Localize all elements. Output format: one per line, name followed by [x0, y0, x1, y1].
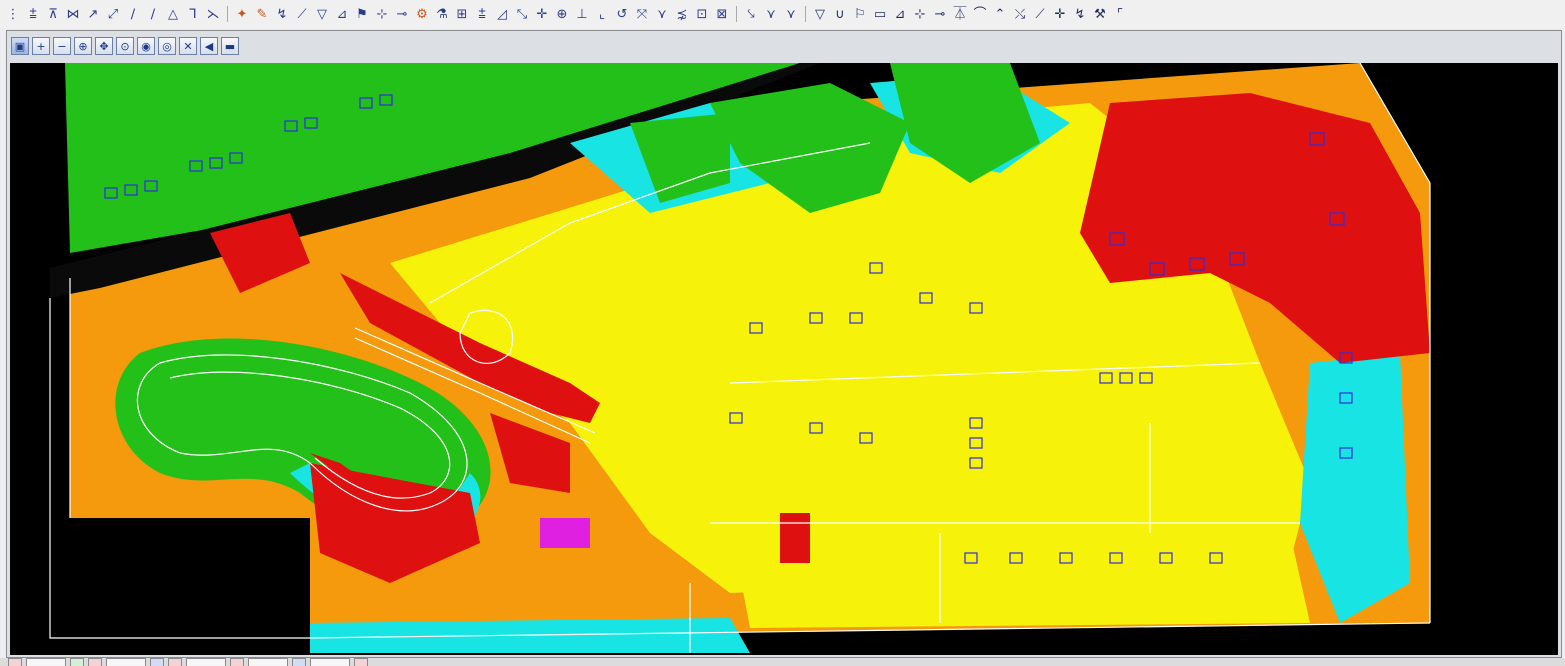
view-tab[interactable] — [70, 658, 84, 666]
view-tab[interactable] — [8, 658, 22, 666]
plus-2-icon[interactable]: ✛ — [1051, 4, 1069, 24]
settings-icon[interactable]: ⚙ — [413, 4, 431, 24]
pipe-icon[interactable]: ⊸ — [393, 4, 411, 24]
slope-icon[interactable]: ⟋ — [293, 4, 311, 24]
view-tab[interactable] — [248, 658, 288, 666]
view-tab[interactable] — [186, 658, 226, 666]
drape-icon[interactable]: ▽ — [811, 4, 829, 24]
cross-2-icon[interactable]: ⊹ — [911, 4, 929, 24]
break-2-icon[interactable]: ↯ — [1071, 4, 1089, 24]
view-next-icon[interactable]: ◀ — [200, 37, 218, 55]
site-terrain — [50, 63, 1430, 653]
view-tab[interactable] — [150, 658, 164, 666]
analyze-icon[interactable]: ⚗ — [433, 4, 451, 24]
deselect-icon[interactable]: ⊠ — [713, 4, 731, 24]
flag-icon[interactable]: ⚑ — [353, 4, 371, 24]
intersect-icon[interactable]: ⋈ — [64, 4, 82, 24]
triangle-icon[interactable]: △ — [164, 4, 182, 24]
grid-icon[interactable]: ⊞ — [453, 4, 471, 24]
trim-icon[interactable]: ⤥ — [742, 4, 760, 24]
vertex-2-icon[interactable]: ⋎ — [762, 4, 780, 24]
cross-slope-icon[interactable]: ⤯ — [1011, 4, 1029, 24]
pan-view-icon[interactable]: ✥ — [95, 37, 113, 55]
offset-icon[interactable]: ⅂ — [184, 4, 202, 24]
view-control-toolbar: ▣ + − ⊕ ✥ ⊙ ◉ ◎ ✕ ◀ ▬ — [11, 34, 239, 58]
window-area-icon[interactable]: ⊕ — [74, 37, 92, 55]
line-2-icon[interactable]: ∕ — [144, 4, 162, 24]
slope-2-icon[interactable]: ⊿ — [891, 4, 909, 24]
view-tab[interactable] — [230, 658, 244, 666]
fillet-icon[interactable]: ⤢ — [104, 4, 122, 24]
rotate-view-icon[interactable]: ✕ — [179, 37, 197, 55]
vertex-3-icon[interactable]: ⋎ — [782, 4, 800, 24]
arc-icon[interactable]: ⊼ — [44, 4, 62, 24]
drawing-canvas[interactable] — [10, 63, 1558, 655]
view-tab[interactable] — [106, 658, 146, 666]
bracket-icon[interactable]: ⌞ — [593, 4, 611, 24]
rectangle-icon[interactable]: ▭ — [871, 4, 889, 24]
break-icon[interactable]: ↯ — [273, 4, 291, 24]
select-icon[interactable]: ⊡ — [693, 4, 711, 24]
view-tab[interactable] — [310, 658, 350, 666]
point-icon[interactable]: ✦ — [233, 4, 251, 24]
line-icon[interactable]: ∕ — [124, 4, 142, 24]
view-window[interactable]: ▣ + − ⊕ ✥ ⊙ ◉ ◎ ✕ ◀ ▬ — [6, 30, 1562, 658]
zoom-in-icon[interactable]: + — [32, 37, 50, 55]
zoom-view-icon[interactable]: ◉ — [137, 37, 155, 55]
curve-icon[interactable]: ⌒ — [971, 4, 989, 24]
slope-analysis-map — [10, 63, 1558, 655]
merge-icon[interactable]: ⋨ — [673, 4, 691, 24]
corner-icon[interactable]: ◿ — [493, 4, 511, 24]
stretch-icon[interactable]: ⤡ — [513, 4, 531, 24]
tools-icon[interactable]: ⚒ — [1091, 4, 1109, 24]
right-angle-icon[interactable]: ⊿ — [333, 4, 351, 24]
divide-icon[interactable]: ⤧ — [633, 4, 651, 24]
union-icon[interactable]: ∪ — [831, 4, 849, 24]
view-tab[interactable] — [168, 658, 182, 666]
edit-icon[interactable]: ✎ — [253, 4, 271, 24]
zoom-out-icon[interactable]: − — [53, 37, 71, 55]
grip-icon[interactable]: ⋮ — [4, 4, 22, 24]
place-line-icon[interactable]: ⩲ — [24, 4, 42, 24]
view-properties-icon[interactable]: ▬ — [221, 37, 239, 55]
view-tab[interactable] — [88, 658, 102, 666]
cross-icon[interactable]: ⊹ — [373, 4, 391, 24]
cad-command-toolbar: ⋮ ⩲ ⊼ ⋈ ↗ ⤢ ∕ ∕ △ ⅂ ⋋ ✦ ✎ ↯ ⟋ ▽ ⊿ ⚑ ⊹ ⊸ ⚙ ⚗ ⊞ ⩲ ◿ ⤡ ✛ ⊕ ⊥ ⌞ ↺ ⤧ ⋎ ⋨ ⊡ ⊠ ⤥ ⋎ ⋎ ▽… — [0, 0, 1565, 28]
peak-icon[interactable]: ⌃ — [991, 4, 1009, 24]
fit-view-icon[interactable]: ⊙ — [116, 37, 134, 55]
view-tabs-bar — [0, 658, 1565, 666]
extend-icon[interactable]: ↗ — [84, 4, 102, 24]
rotate-icon[interactable]: ↺ — [613, 4, 631, 24]
chamfer-icon[interactable]: ⋋ — [204, 4, 222, 24]
toolbar-separator — [736, 6, 737, 22]
vertex-icon[interactable]: ⋎ — [653, 4, 671, 24]
perpendicular-icon[interactable]: ⊥ — [573, 4, 591, 24]
flag-2-icon[interactable]: ⚐ — [851, 4, 869, 24]
corner-2-icon[interactable]: ⌜ — [1111, 4, 1129, 24]
toolbar-separator — [805, 6, 806, 22]
view-tab[interactable] — [26, 658, 66, 666]
view-attributes-icon[interactable]: ▣ — [11, 37, 29, 55]
slope-3-icon[interactable]: ⟋ — [1031, 4, 1049, 24]
node-icon[interactable]: ⊕ — [553, 4, 571, 24]
view-tab[interactable] — [292, 658, 306, 666]
view-tab[interactable] — [354, 658, 368, 666]
pipe-2-icon[interactable]: ⊸ — [931, 4, 949, 24]
drop-icon[interactable]: ▽ — [313, 4, 331, 24]
level-icon[interactable]: ⩲ — [473, 4, 491, 24]
toolbar-separator — [227, 6, 228, 22]
plus-icon[interactable]: ✛ — [533, 4, 551, 24]
view-previous-icon[interactable]: ◎ — [158, 37, 176, 55]
step-icon[interactable]: ⏄ — [951, 4, 969, 24]
